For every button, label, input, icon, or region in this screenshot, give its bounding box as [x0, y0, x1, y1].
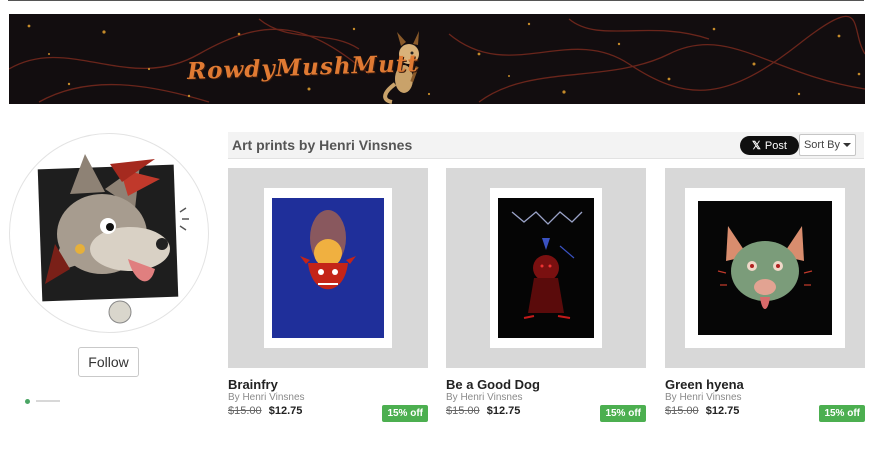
sort-by-dropdown[interactable]: Sort By	[799, 134, 856, 156]
product-name[interactable]: Brainfry	[228, 377, 278, 392]
product-image[interactable]	[228, 168, 428, 368]
follow-button[interactable]: Follow	[78, 347, 139, 377]
product-artist: By Henri Vinsnes	[228, 392, 305, 403]
banner-pattern	[9, 15, 865, 104]
product-card[interactable]: Be a Good Dog By Henri Vinsnes $15.00 $1…	[446, 168, 646, 422]
shop-title: Art prints by Henri Vinsnes	[232, 137, 413, 153]
product-artist: By Henri Vinsnes	[446, 392, 523, 403]
product-card[interactable]: Brainfry By Henri Vinsnes $15.00 $12.75 …	[228, 168, 428, 422]
sale-price: $12.75	[705, 405, 740, 417]
x-post-button[interactable]: 𝕏 Post	[740, 136, 799, 155]
shop-header: Art prints by Henri Vinsnes 𝕏 Post Sort …	[228, 132, 864, 159]
product-name[interactable]: Be a Good Dog	[446, 377, 540, 392]
price-row: $15.00 $12.75	[665, 405, 739, 417]
original-price: $15.00	[665, 405, 699, 417]
product-name[interactable]: Green hyena	[665, 377, 744, 392]
product-artist: By Henri Vinsnes	[665, 392, 742, 403]
chevron-down-icon	[843, 143, 852, 147]
status-dot-icon	[25, 399, 30, 404]
product-image[interactable]	[446, 168, 646, 368]
discount-badge: 15% off	[600, 405, 646, 422]
avatar[interactable]	[9, 133, 209, 333]
profile-banner: RowdyMushMutt	[9, 14, 865, 104]
product-card[interactable]: Green hyena By Henri Vinsnes $15.00 $12.…	[665, 168, 865, 422]
price-row: $15.00 $12.75	[228, 405, 302, 417]
artwork-be-a-good-dog	[498, 198, 594, 338]
original-price: $15.00	[446, 405, 480, 417]
original-price: $15.00	[228, 405, 262, 417]
discount-badge: 15% off	[382, 405, 428, 422]
top-divider	[8, 0, 864, 1]
x-logo-icon: 𝕏	[752, 140, 761, 152]
sidebar-faint-text	[36, 400, 60, 402]
artwork-brainfry	[272, 198, 384, 338]
hyena-dog-avatar-icon	[37, 154, 189, 324]
discount-badge: 15% off	[819, 405, 865, 422]
artwork-green-hyena	[698, 201, 832, 335]
post-label: Post	[764, 139, 787, 152]
product-image[interactable]	[665, 168, 865, 368]
sale-price: $12.75	[268, 405, 303, 417]
price-row: $15.00 $12.75	[446, 405, 520, 417]
sale-price: $12.75	[486, 405, 521, 417]
sort-by-label: Sort By	[803, 139, 841, 151]
